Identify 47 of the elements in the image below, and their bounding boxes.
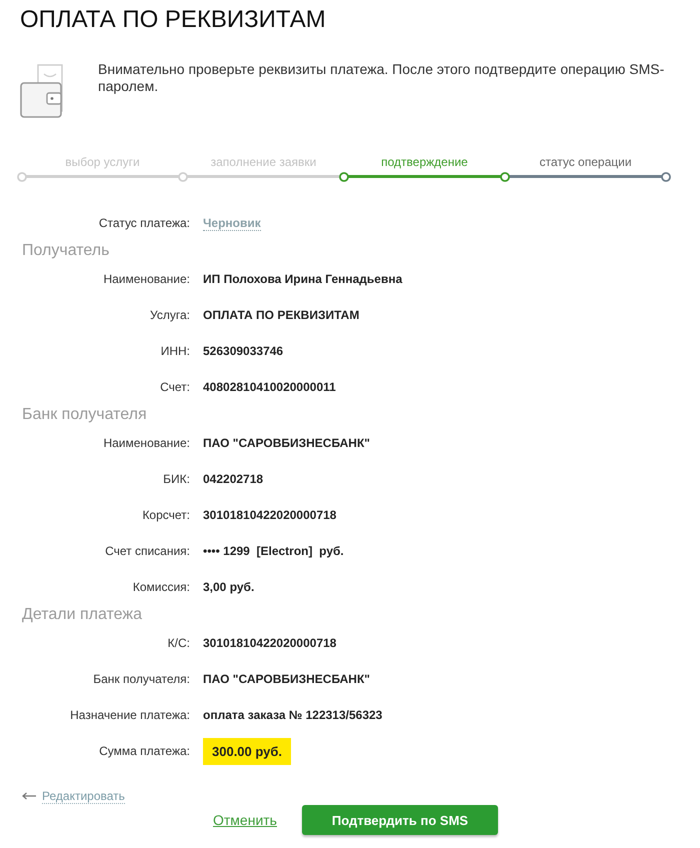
confirm-button[interactable]: Подтвердить по SMS — [302, 805, 498, 835]
field-value: оплата заказа № 122313/56323 — [203, 708, 382, 722]
highlighted-amount: 300.00 руб. — [203, 738, 292, 764]
field-label: ИНН: — [160, 344, 190, 358]
field-label: Услуга: — [150, 308, 190, 322]
step-node-icon — [661, 172, 671, 182]
section-heading: Детали платежа — [22, 605, 142, 625]
step-node-icon — [178, 172, 188, 182]
field-value: 042202718 — [203, 472, 264, 486]
field-value: 40802810410020000011 — [203, 380, 336, 394]
section-heading: Банк получателя — [22, 405, 147, 425]
field-value: ПАО "САРОВБИЗНЕСБАНК" — [203, 436, 370, 450]
step-node-icon — [339, 172, 349, 182]
step-node-icon — [500, 172, 510, 182]
step-node-icon — [17, 172, 27, 182]
field-label: БИК: — [163, 472, 190, 486]
field-label: Корсчет: — [142, 508, 190, 522]
field-value: ПАО "САРОВБИЗНЕСБАНК" — [203, 672, 370, 686]
field-value: ИП Полохова Ирина Геннадьевна — [203, 272, 402, 286]
field-value: 3,00 руб. — [203, 580, 254, 594]
field-label: Назначение платежа: — [70, 708, 190, 722]
step-label: заполнение заявки — [210, 155, 316, 169]
field-value: •••• 1299 [Electron] руб. — [203, 544, 344, 558]
field-label: Наименование: — [103, 436, 190, 450]
field-label: Сумма платежа: — [99, 744, 190, 758]
page-title: ОПЛАТА ПО РЕКВИЗИТАМ — [20, 6, 326, 34]
cancel-link[interactable]: Отменить — [213, 812, 277, 828]
payment-status[interactable]: Черновик — [203, 216, 261, 230]
wallet-icon — [20, 64, 66, 118]
arrow-left-icon — [22, 792, 36, 800]
field-value: 526309033746 — [203, 344, 284, 358]
field-label: Банк получателя: — [93, 672, 190, 686]
field-label: К/С: — [168, 636, 190, 650]
field-label: Счет: — [160, 380, 190, 394]
field-value: 30101810422020000718 — [203, 508, 336, 522]
field-label: Наименование: — [103, 272, 190, 286]
field-value: ОПЛАТА ПО РЕКВИЗИТАМ — [203, 308, 360, 322]
notice-text: Внимательно проверьте реквизиты платежа. После этого подтвердите операцию SMS-паролем. — [98, 61, 666, 95]
field-label: Счет списания: — [105, 544, 190, 558]
step-label: подтверждение — [381, 155, 468, 169]
field-label: Комиссия: — [132, 580, 190, 594]
field-label: Статус платежа: — [98, 216, 190, 230]
edit-link[interactable]: Редактировать — [22, 787, 125, 805]
step-label: выбор услуги — [65, 155, 140, 169]
step-label: статус операции — [539, 155, 632, 169]
field-value: 30101810422020000718 — [203, 636, 336, 650]
section-heading: Получатель — [22, 241, 110, 261]
